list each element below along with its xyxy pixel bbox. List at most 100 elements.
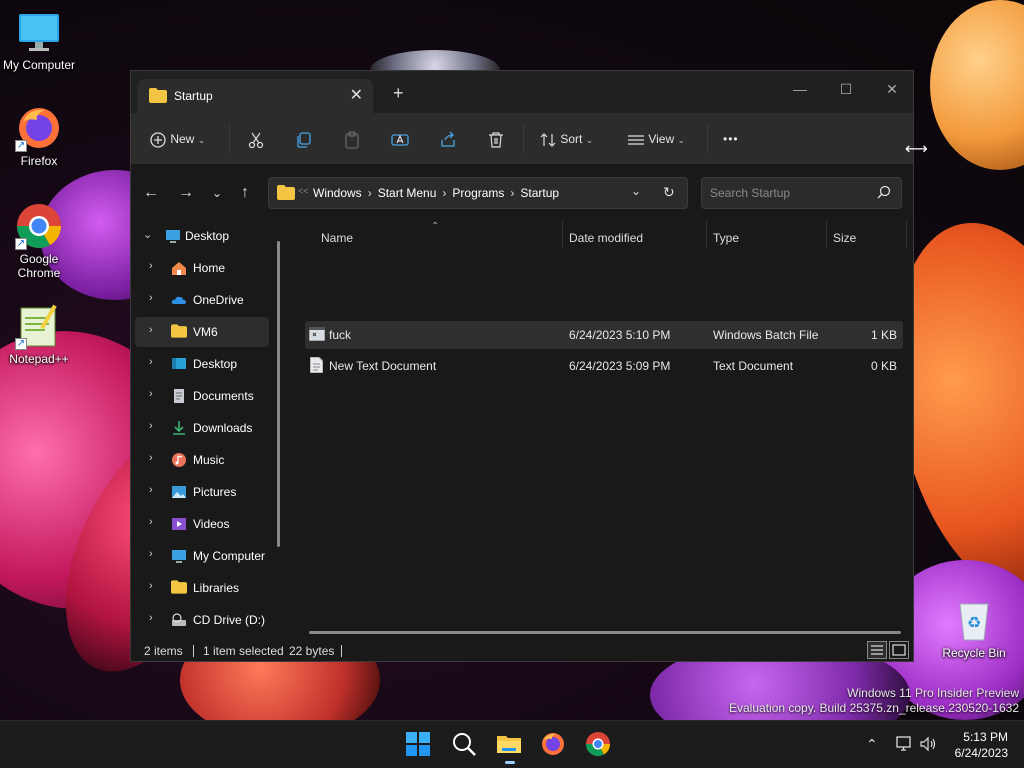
recent-locations-chevron-icon[interactable]: ⌄ (207, 183, 227, 203)
chevron-right-icon[interactable]: › (149, 260, 153, 272)
forward-arrow-icon[interactable]: → (176, 183, 196, 203)
start-windows-icon[interactable] (405, 731, 433, 759)
desktop-icon-label: Notepad++ (9, 352, 69, 366)
nav-item-pictures[interactable]: › Pictures (135, 477, 269, 507)
up-arrow-icon[interactable]: ↑ (235, 183, 255, 203)
nav-item-onedrive[interactable]: › OneDrive (135, 285, 269, 315)
share-button[interactable] (439, 127, 457, 151)
new-tab-button[interactable]: + (393, 83, 404, 104)
chevron-right-icon[interactable]: › (149, 452, 153, 464)
nav-item-desktop-root[interactable]: ⌄ Desktop (135, 221, 269, 251)
rename-button[interactable] (391, 127, 409, 151)
cut-button[interactable] (247, 127, 265, 151)
breadcrumb-item[interactable]: Windows (313, 186, 362, 200)
file-row[interactable]: fuck 6/24/2023 5:10 PM Windows Batch Fil… (305, 321, 903, 349)
view-button[interactable]: View ⌄ (627, 127, 685, 151)
breadcrumb-item[interactable]: Programs (452, 186, 504, 200)
folder-icon (171, 580, 187, 596)
desktop-icon (171, 356, 187, 372)
network-icon[interactable] (896, 736, 914, 755)
chevron-right-icon[interactable]: › (149, 356, 153, 368)
search-icon[interactable] (877, 185, 891, 202)
maximize-button[interactable]: ☐ (823, 75, 869, 103)
see-more-button[interactable]: ••• (723, 127, 739, 151)
search-icon[interactable] (451, 731, 479, 759)
new-button[interactable]: New ⌄ (149, 127, 205, 151)
tab-startup[interactable]: Startup ✕ (137, 79, 373, 113)
back-arrow-icon[interactable]: ← (141, 183, 161, 203)
breadcrumb-overflow[interactable]: << (298, 186, 309, 196)
chevron-right-icon[interactable]: › (149, 324, 153, 336)
copy-button[interactable] (295, 127, 313, 151)
address-bar[interactable]: << Windows › Start Menu › Programs › Startup ⌄… (268, 177, 688, 209)
nav-item-my-computer[interactable]: › My Computer (135, 541, 269, 571)
column-header-type[interactable]: Type (713, 231, 739, 251)
close-window-button[interactable]: ✕ (869, 75, 915, 103)
nav-item-documents[interactable]: › Documents (135, 381, 269, 411)
file-date: 6/24/2023 5:09 PM (569, 359, 671, 373)
desktop-icon-firefox[interactable]: ↗ Firefox (1, 104, 77, 168)
search-input[interactable] (702, 178, 872, 208)
delete-button[interactable] (487, 127, 505, 151)
item-count: 2 items (144, 644, 183, 658)
paste-button[interactable] (343, 127, 361, 151)
desktop-icon-google-chrome[interactable]: ↗ Google Chrome (1, 202, 77, 280)
taskbar: ⌃ 5:13 PM 6/24/2023 (0, 720, 1024, 768)
nav-item-videos[interactable]: › Videos (135, 509, 269, 539)
clock[interactable]: 5:13 PM 6/24/2023 (955, 729, 1008, 761)
large-icons-view-icon[interactable] (889, 641, 909, 659)
chrome-icon[interactable] (585, 731, 613, 759)
navigation-scrollbar[interactable] (277, 241, 280, 547)
desktop-icon-label: Firefox (20, 154, 58, 168)
file-explorer-icon[interactable] (496, 731, 524, 764)
desktop-icon-my-computer[interactable]: My Computer (1, 8, 77, 72)
file-row[interactable]: New Text Document 6/24/2023 5:09 PM Text… (305, 352, 903, 380)
title-bar[interactable]: Startup ✕ + — ☐ ✕ (131, 71, 913, 113)
nav-item-cd-drive[interactable]: › CD Drive (D:) (135, 605, 269, 635)
refresh-icon[interactable]: ↻ (663, 184, 675, 201)
chevron-right-icon[interactable]: › (149, 516, 153, 528)
nav-item-label: Videos (193, 517, 230, 531)
nav-item-desktop[interactable]: › Desktop (135, 349, 269, 379)
nav-item-libraries[interactable]: › Libraries (135, 573, 269, 603)
chevron-down-icon[interactable]: ⌄ (143, 228, 152, 241)
chevron-right-icon[interactable]: › (149, 292, 153, 304)
search-box[interactable] (701, 177, 902, 209)
chevron-right-icon[interactable]: › (149, 612, 153, 624)
breadcrumb-item[interactable]: Startup (520, 186, 559, 200)
firefox-icon[interactable] (540, 731, 568, 759)
nav-item-label: Pictures (193, 485, 237, 499)
videos-icon (171, 516, 187, 532)
view-lines-icon (627, 131, 645, 149)
nav-item-vm6[interactable]: › VM6 (135, 317, 269, 347)
file-name: fuck (329, 328, 352, 342)
column-header-size[interactable]: Size (833, 231, 856, 251)
chevron-right-icon[interactable]: › (149, 420, 153, 432)
chevron-right-icon[interactable]: › (149, 484, 153, 496)
view-button-label: View (648, 132, 675, 146)
minimize-button[interactable]: — (777, 75, 823, 103)
batch-file-icon (308, 326, 326, 344)
column-header-date-modified[interactable]: Date modified (569, 231, 643, 251)
details-view-icon[interactable] (867, 641, 887, 659)
column-header-name[interactable]: Name (321, 231, 353, 251)
address-dropdown-chevron-icon[interactable]: ⌄ (631, 184, 641, 198)
desktop-icon-recycle-bin[interactable]: ♻ Recycle Bin (936, 596, 1012, 660)
chevron-right-icon[interactable]: › (149, 388, 153, 400)
breadcrumb-item[interactable]: Start Menu (378, 186, 437, 200)
volume-icon[interactable] (920, 736, 938, 755)
sort-button[interactable]: Sort ⌄ (539, 127, 593, 151)
nav-item-home[interactable]: › Home (135, 253, 269, 283)
selected-size: 22 bytes (289, 644, 335, 658)
nav-item-music[interactable]: › Music (135, 445, 269, 475)
nav-item-label: VM6 (193, 325, 218, 339)
horizontal-scrollbar[interactable] (309, 631, 901, 634)
show-hidden-icons-chevron-icon[interactable]: ⌃ (866, 736, 878, 753)
desktop-icon-notepad-plus-plus[interactable]: ↗ Notepad++ (1, 302, 77, 366)
chevron-right-icon[interactable]: › (149, 580, 153, 592)
nav-item-downloads[interactable]: › Downloads (135, 413, 269, 443)
chevron-right-icon[interactable]: › (149, 548, 153, 560)
chevron-down-icon: ⌄ (585, 135, 594, 145)
close-tab-button[interactable]: ✕ (350, 85, 363, 105)
cd-drive-icon (171, 612, 187, 628)
